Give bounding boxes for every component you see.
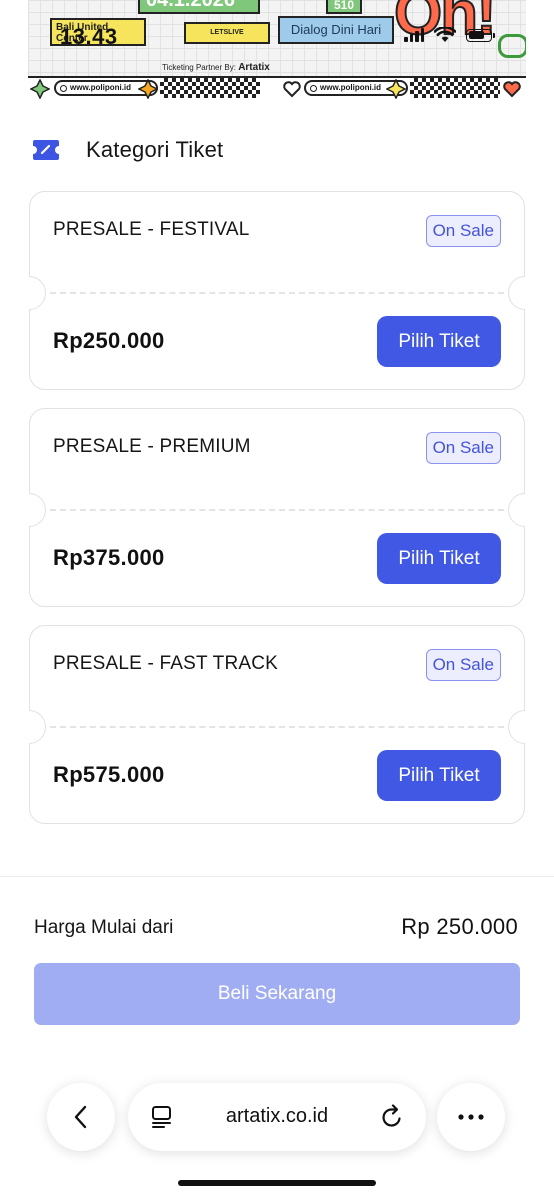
status-badge: On Sale — [425, 215, 501, 247]
browser-back-button[interactable] — [47, 1083, 115, 1151]
address-bar[interactable]: artatix.co.id — [128, 1083, 426, 1151]
ticket-card: PRESALE - FAST TRACK On Sale Rp575.000 P… — [29, 625, 525, 824]
more-icon — [458, 1114, 484, 1120]
banner-presenter-sticker: LETSLIVE — [184, 22, 270, 44]
ticket-card: PRESALE - PREMIUM On Sale Rp375.000 Pili… — [29, 408, 525, 607]
bottom-divider — [0, 876, 554, 877]
ticket-divider — [50, 292, 504, 294]
banner-checker-pattern — [160, 78, 260, 98]
ticket-name: PRESALE - PREMIUM — [53, 436, 251, 457]
ticket-notch-right — [508, 276, 525, 310]
section-title: Kategori Tiket — [86, 137, 224, 162]
sparkle-icon — [138, 79, 158, 99]
home-indicator — [178, 1180, 376, 1186]
heart-icon — [503, 81, 521, 98]
select-ticket-button[interactable]: Pilih Tiket — [377, 316, 501, 367]
ticket-icon — [33, 140, 59, 160]
banner-decor-shape — [498, 34, 526, 58]
ticket-card: PRESALE - FESTIVAL On Sale Rp250.000 Pil… — [29, 191, 525, 390]
sparkle-icon — [386, 79, 406, 99]
ticket-notch-right — [508, 710, 525, 744]
status-icons — [404, 27, 495, 43]
status-badge: On Sale — [425, 432, 501, 464]
ticket-name: PRESALE - FESTIVAL — [53, 219, 250, 240]
banner-checker-pattern — [410, 78, 500, 98]
ticket-category-heading: Kategori Tiket — [32, 137, 223, 163]
banner-date-sticker: 04.1.2026 — [138, 0, 260, 14]
heart-icon — [283, 81, 301, 98]
ticket-notch-left — [29, 493, 46, 527]
ticket-price: Rp375.000 — [53, 545, 165, 570]
ticket-name: PRESALE - FAST TRACK — [53, 653, 279, 674]
ticket-divider — [50, 509, 504, 511]
ticket-price: Rp250.000 — [53, 328, 165, 353]
battery-icon — [466, 28, 495, 42]
banner-partner: Ticketing Partner By: Artatix — [162, 62, 270, 73]
status-time: 13.43 — [60, 24, 118, 49]
starting-price-value: Rp 250.000 — [401, 914, 518, 939]
event-banner: 04.1.2026 Bali United Center LETSLIVE 51… — [28, 0, 526, 100]
reload-icon[interactable] — [378, 1103, 406, 1131]
wifi-icon — [434, 27, 456, 42]
select-ticket-button[interactable]: Pilih Tiket — [377, 533, 501, 584]
back-chevron-icon — [74, 1105, 87, 1129]
browser-more-button[interactable] — [437, 1083, 505, 1151]
cellular-signal-icon — [404, 28, 424, 42]
sparkle-icon — [30, 79, 50, 99]
ticket-notch-left — [29, 276, 46, 310]
ticket-notch-left — [29, 710, 46, 744]
ticket-divider — [50, 726, 504, 728]
select-ticket-button[interactable]: Pilih Tiket — [377, 750, 501, 801]
starting-price-label: Harga Mulai dari — [34, 917, 174, 938]
status-badge: On Sale — [425, 649, 501, 681]
ticket-notch-right — [508, 493, 525, 527]
banner-number-sticker: 510 — [326, 0, 362, 14]
buy-now-button[interactable]: Beli Sekarang — [34, 963, 520, 1025]
banner-artist-sticker: Dialog Dini Hari — [278, 16, 394, 44]
ticket-price: Rp575.000 — [53, 762, 165, 787]
